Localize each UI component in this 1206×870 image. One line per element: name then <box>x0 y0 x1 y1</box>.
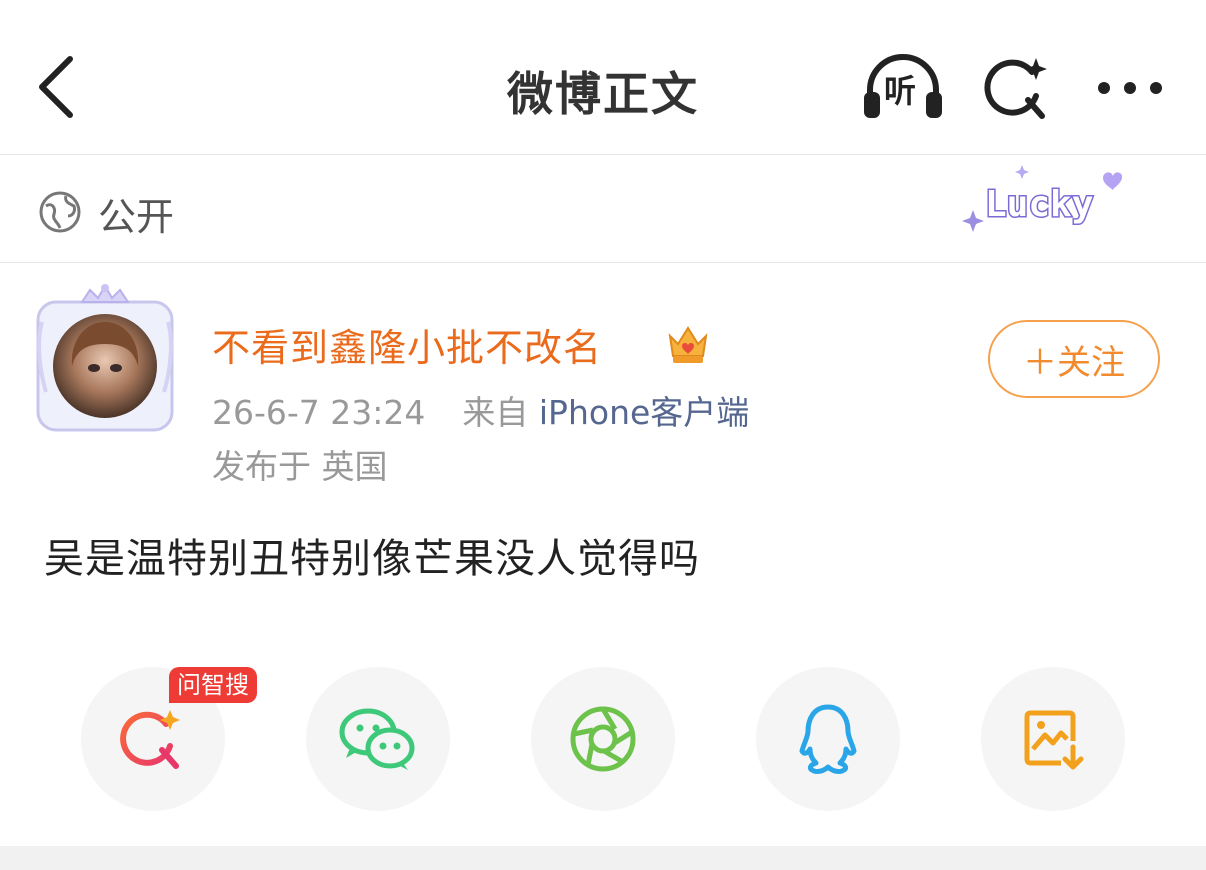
crown-icon <box>668 326 708 363</box>
post-source-link[interactable]: iPhone客户端 <box>539 393 749 432</box>
svg-text:Lucky: Lucky <box>985 184 1093 225</box>
more-button[interactable] <box>1090 60 1170 116</box>
moments-icon <box>570 706 636 772</box>
visibility-label: 公开 <box>98 195 175 239</box>
listen-button[interactable]: 听 <box>860 52 946 122</box>
ai-search-button[interactable] <box>982 52 1052 122</box>
zhisou-search-icon <box>120 710 180 769</box>
source-prefix: 来自 <box>462 393 529 432</box>
share-moments-button[interactable] <box>531 667 675 811</box>
post-meta: 26-6-7 23:24 来自 iPhone客户端 <box>212 386 749 434</box>
avatar[interactable] <box>34 282 176 434</box>
bottom-divider <box>0 846 1206 870</box>
share-save-image-button[interactable] <box>981 667 1125 811</box>
ai-search-icon <box>984 58 1047 119</box>
share-qq-button[interactable] <box>756 667 900 811</box>
author-name[interactable]: 不看到鑫隆小批不改名 <box>212 317 602 372</box>
listen-label: 听 <box>884 72 917 110</box>
post-timestamp: 26-6-7 23:24 <box>212 393 426 432</box>
lucky-sticker-icon: Lucky <box>962 165 1123 232</box>
post-location: 发布于 英国 <box>212 447 388 486</box>
qq-icon <box>799 704 857 774</box>
avatar-frame-icon <box>36 284 174 432</box>
wechat-icon <box>339 708 415 770</box>
share-wechat-button[interactable] <box>306 667 450 811</box>
more-dots-icon <box>1098 82 1162 94</box>
globe-icon <box>39 191 81 233</box>
post-text: 吴是温特别丑特别像芒果没人觉得吗 <box>44 536 700 582</box>
save-image-icon <box>1024 710 1084 770</box>
zhisou-badge: 问智搜 <box>169 667 257 703</box>
follow-button[interactable]: ＋关注 <box>988 320 1160 398</box>
